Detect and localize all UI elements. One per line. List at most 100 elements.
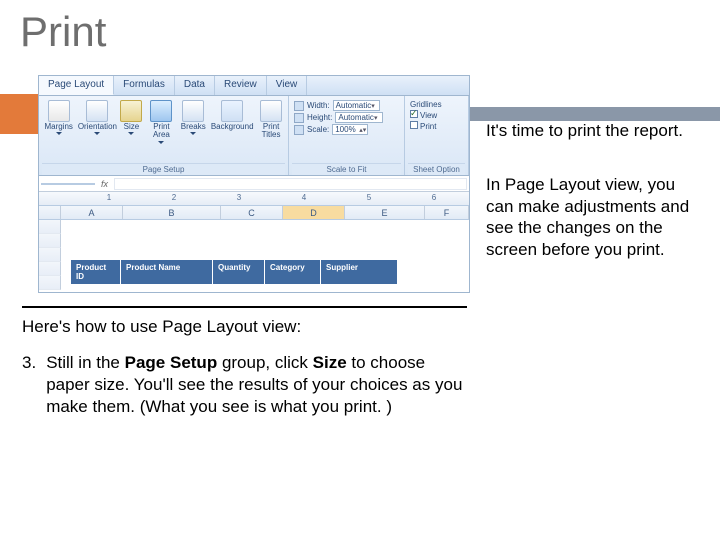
table-header-cell: Product Name xyxy=(121,260,213,284)
formula-bar: fx xyxy=(39,176,469,192)
column-header[interactable]: E xyxy=(345,206,425,219)
accent-block xyxy=(0,94,38,134)
ribbon-tabs: Page Layout Formulas Data Review View xyxy=(39,76,469,96)
column-header-row: A B C D E F xyxy=(39,206,469,220)
table-header-cell: Product ID xyxy=(71,260,121,284)
select-all-corner[interactable] xyxy=(39,206,61,219)
ruler-number: 5 xyxy=(367,193,371,202)
row-headers xyxy=(39,220,61,292)
margins-label: Margins xyxy=(44,123,72,131)
print-area-icon xyxy=(150,100,172,122)
tab-view[interactable]: View xyxy=(267,76,308,95)
width-icon xyxy=(294,101,304,111)
ruler-number: 6 xyxy=(432,193,436,202)
breaks-button[interactable]: Breaks xyxy=(179,98,207,135)
data-table-header: Product ID Product Name Quantity Categor… xyxy=(71,260,397,284)
step-text-part: Still in the xyxy=(46,353,124,372)
tab-page-layout[interactable]: Page Layout xyxy=(39,76,114,95)
row-header[interactable] xyxy=(39,262,61,276)
margins-icon xyxy=(48,100,70,122)
ruler-number: 2 xyxy=(172,193,176,202)
row-header[interactable] xyxy=(39,276,61,290)
step-text-part: group, click xyxy=(217,353,312,372)
height-label: Height: xyxy=(307,113,332,122)
step-text: Still in the Page Setup group, click Siz… xyxy=(46,352,467,418)
group-label-sheet-options: Sheet Option xyxy=(408,163,465,175)
table-header-cell: Quantity xyxy=(213,260,265,284)
height-icon xyxy=(294,113,304,123)
scale-field[interactable]: 100%▴▾ xyxy=(332,124,368,135)
height-value: Automatic xyxy=(338,113,374,122)
chevron-down-icon xyxy=(158,141,164,144)
print-area-label: Print Area xyxy=(148,123,176,140)
group-label-page-setup: Page Setup xyxy=(42,163,285,175)
scale-icon xyxy=(294,125,304,135)
width-row: Width: Automatic▾ xyxy=(294,100,399,111)
orientation-button[interactable]: Orientation xyxy=(79,98,115,135)
intro-paragraph-2: In Page Layout view, you can make adjust… xyxy=(486,174,696,261)
right-text-column: It's time to print the report. In Page L… xyxy=(486,120,696,275)
view-label: View xyxy=(420,111,437,120)
size-button[interactable]: Size xyxy=(119,98,143,135)
chevron-down-icon xyxy=(94,132,100,135)
scale-row: Scale: 100%▴▾ xyxy=(294,124,399,135)
row-header[interactable] xyxy=(39,220,61,234)
ruler-number: 1 xyxy=(107,193,111,202)
step-text-bold: Size xyxy=(313,353,347,372)
slide-title: Print xyxy=(0,0,720,56)
column-header[interactable]: A xyxy=(61,206,123,219)
print-titles-label: Print Titles xyxy=(257,123,285,140)
table-header-cell: Category xyxy=(265,260,321,284)
ruler-number: 3 xyxy=(237,193,241,202)
chevron-down-icon xyxy=(56,132,62,135)
ribbon-body: Margins Orientation Size Print Area xyxy=(39,96,469,176)
width-label: Width: xyxy=(307,101,330,110)
column-header-selected[interactable]: D xyxy=(283,206,345,219)
ruler-number: 4 xyxy=(302,193,306,202)
chevron-down-icon xyxy=(190,132,196,135)
tab-data[interactable]: Data xyxy=(175,76,215,95)
horizontal-ruler: 1 2 3 4 5 6 xyxy=(39,192,469,206)
margins-button[interactable]: Margins xyxy=(42,98,75,135)
step-item: 3. Still in the Page Setup group, click … xyxy=(22,352,467,418)
height-field[interactable]: Automatic▾ xyxy=(335,112,383,123)
group-scale-to-fit: Width: Automatic▾ Height: Automatic▾ Sca… xyxy=(289,96,405,175)
formula-input[interactable] xyxy=(114,178,467,190)
scale-label: Scale: xyxy=(307,125,329,134)
table-header-cell: Supplier xyxy=(321,260,397,284)
divider-line xyxy=(22,306,467,308)
column-header[interactable]: F xyxy=(425,206,469,219)
print-label: Print xyxy=(420,122,436,131)
group-label-scale-to-fit: Scale to Fit xyxy=(292,163,401,175)
print-area-button[interactable]: Print Area xyxy=(148,98,176,144)
fx-icon[interactable]: fx xyxy=(97,179,112,189)
step-text-bold: Page Setup xyxy=(125,353,218,372)
breaks-label: Breaks xyxy=(181,123,206,131)
lead-paragraph: Here's how to use Page Layout view: xyxy=(22,316,467,338)
background-button[interactable]: Background xyxy=(211,98,253,131)
row-header[interactable] xyxy=(39,234,61,248)
column-header[interactable]: B xyxy=(123,206,221,219)
gridlines-view-checkbox[interactable]: View xyxy=(410,110,442,120)
tab-review[interactable]: Review xyxy=(215,76,267,95)
width-field[interactable]: Automatic▾ xyxy=(333,100,381,111)
gridlines-print-checkbox[interactable]: Print xyxy=(410,121,442,131)
step-number: 3. xyxy=(22,352,36,418)
name-box[interactable] xyxy=(41,183,95,185)
tab-formulas[interactable]: Formulas xyxy=(114,76,175,95)
below-text-column: Here's how to use Page Layout view: 3. S… xyxy=(22,306,467,418)
size-icon xyxy=(120,100,142,122)
breaks-icon xyxy=(182,100,204,122)
orientation-label: Orientation xyxy=(78,123,117,131)
background-icon xyxy=(221,100,243,122)
size-label: Size xyxy=(124,123,140,131)
group-sheet-options: Gridlines View Print Sheet Option xyxy=(405,96,469,175)
group-page-setup: Margins Orientation Size Print Area xyxy=(39,96,289,175)
background-label: Background xyxy=(211,123,254,131)
row-header[interactable] xyxy=(39,248,61,262)
scale-value: 100% xyxy=(335,125,355,134)
print-titles-button[interactable]: Print Titles xyxy=(257,98,285,140)
width-value: Automatic xyxy=(336,101,372,110)
column-header[interactable]: C xyxy=(221,206,283,219)
chevron-down-icon xyxy=(128,132,134,135)
